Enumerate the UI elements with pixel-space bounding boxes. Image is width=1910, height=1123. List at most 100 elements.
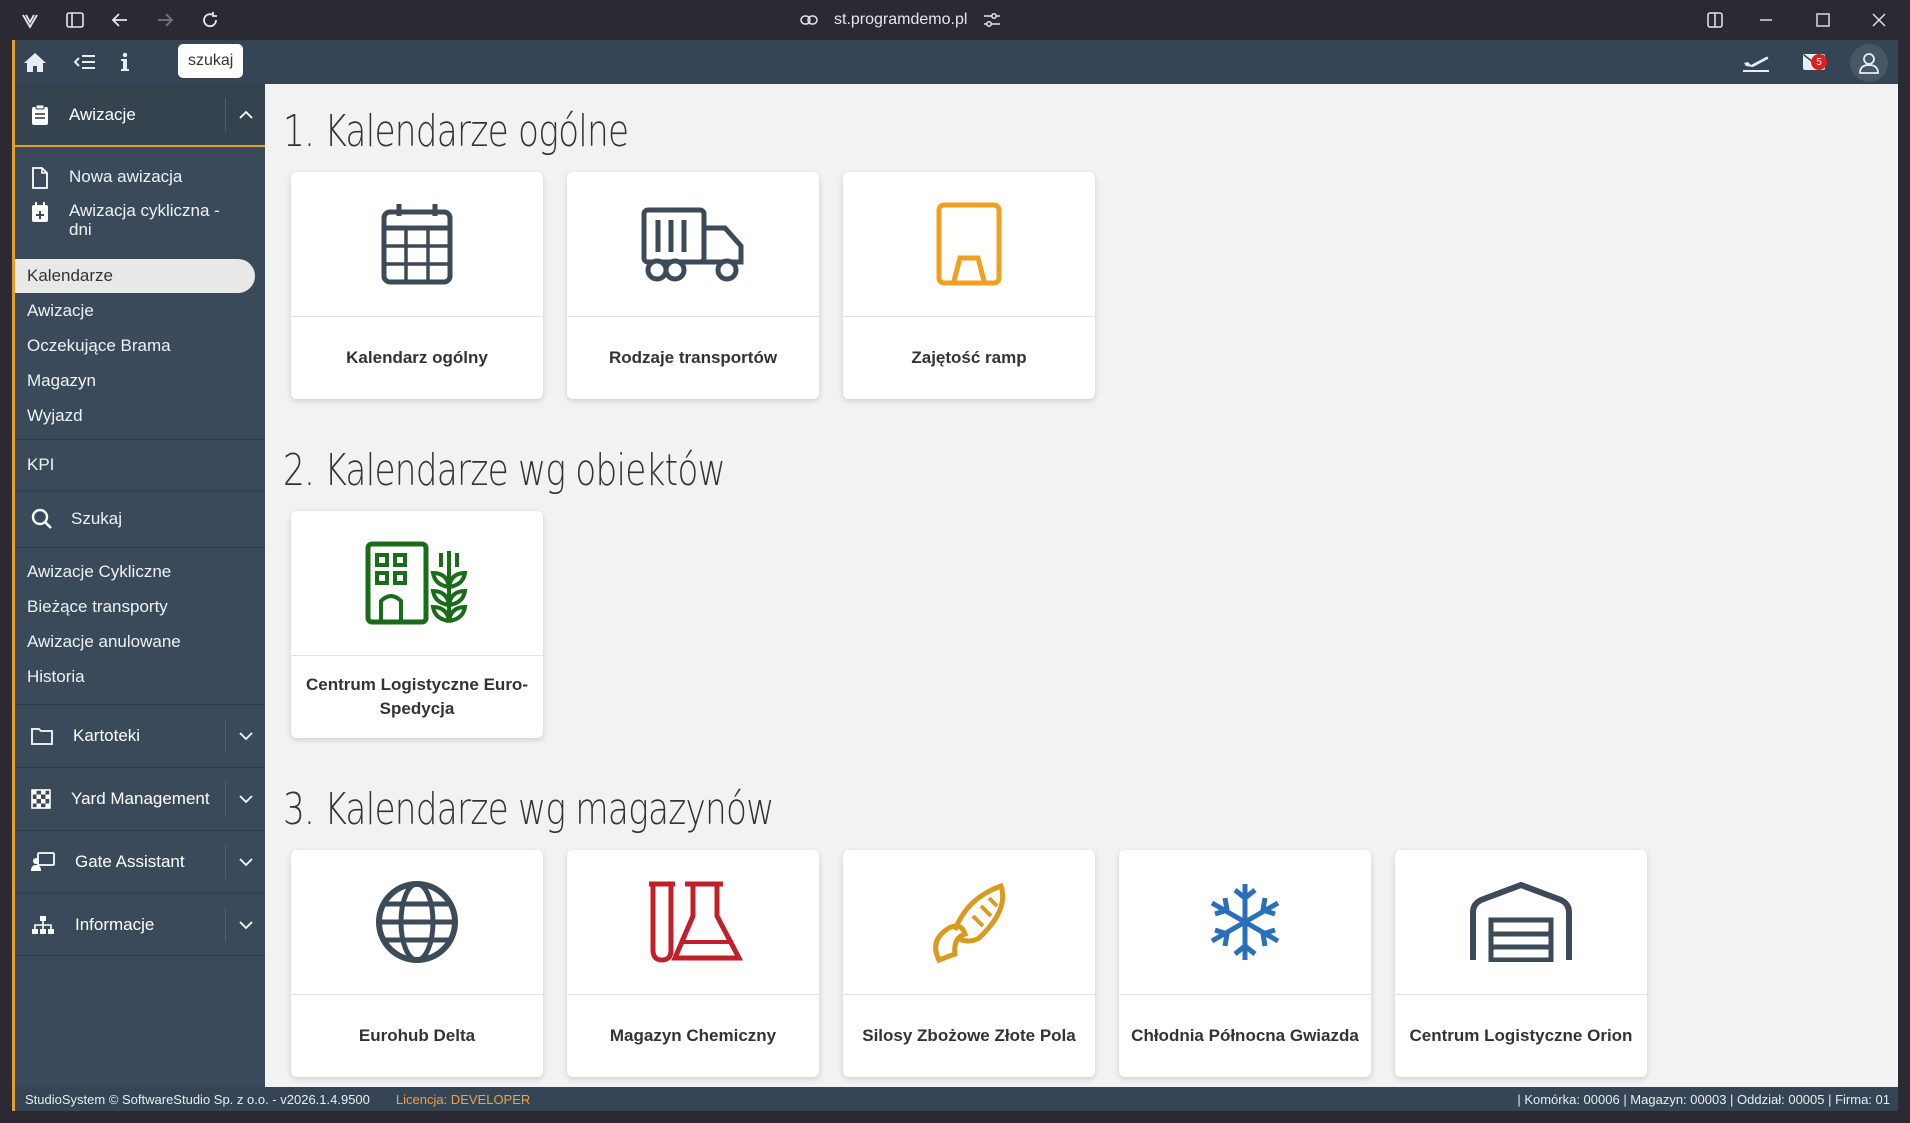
license-text: Licencja: DEVELOPER [395,1091,531,1107]
sidebar-section-awizacje[interactable]: Awizacje [15,84,265,147]
globe-icon [376,881,458,963]
site-settings-icon[interactable] [983,12,1001,28]
sidebar-item-biezace-transporty[interactable]: Bieżące transporty [15,589,265,624]
copyright-text: StudioSystem © SoftwareStudio Sp. z o.o.… [25,1091,370,1107]
card-label: Rodzaje transportów [608,348,778,367]
warehouse-icon [1470,882,1572,962]
ramp-door-icon [936,202,1002,286]
sidebar-section-informacje[interactable]: Informacje [15,893,265,956]
lab-flask-icon [649,881,744,963]
card-label: Centrum Logistyczne Orion [1409,1026,1633,1045]
building-wheat-icon [365,541,468,625]
calendar-grid-icon [381,204,453,285]
link-icon [800,15,818,25]
corn-icon [933,882,1006,964]
info-icon[interactable] [113,50,137,74]
card-label: Kalendarz ogólny [346,348,488,367]
sidebar-item-magazyn[interactable]: Magazyn [15,363,265,398]
section-title: 1. Kalendarze ogólne [283,106,629,157]
warehouse-card[interactable]: Centrum Logistyczne Orion [1395,850,1647,1077]
divider [15,439,265,440]
close-window-icon[interactable] [1867,8,1891,32]
ramp-occupancy-card[interactable]: Zajętość ramp [843,172,1095,399]
status-footer: StudioSystem © SoftwareStudio Sp. z o.o.… [15,1087,1898,1111]
user-avatar[interactable] [1850,44,1888,82]
sidebar-item-awizacja-cykliczna[interactable]: Awizacja cykliczna - dni [15,195,265,245]
divider [15,490,265,491]
card-label: Silosy Zbożowe Złote Pola [862,1026,1076,1045]
sidebar-item-awizacje-cykliczne[interactable]: Awizacje Cykliczne [15,554,265,589]
sidebar-section-label: Kartoteki [73,726,141,745]
checkered-grid-icon [31,789,51,809]
sidebar-section-kartoteki[interactable]: Kartoteki [15,704,265,767]
warehouse-card[interactable]: Silosy Zbożowe Złote Pola [843,850,1095,1077]
split-view-icon[interactable] [1703,8,1727,32]
transport-types-card[interactable]: Rodzaje transportów [567,172,819,399]
snowflake-icon [1210,884,1280,960]
sidebar-toggle-icon[interactable] [63,8,87,32]
browser-toolbar: st.programdemo.pl [0,0,1910,40]
card-row: Eurohub Delta Magazyn Chemiczny Silosy Z… [291,850,1886,1077]
chevron-down-icon[interactable] [225,908,265,942]
sitemap-icon [32,915,54,934]
mail-count-badge: 5 [1811,54,1827,70]
sidebar-section-yard-management[interactable]: Yard Management [15,767,265,830]
card-row: Centrum Logistyczne Euro-Spedycja [291,511,1886,738]
sidebar-item-nowa-awizacja[interactable]: Nowa awizacja [15,161,265,195]
warehouse-card[interactable]: Eurohub Delta [291,850,543,1077]
sidebar-item-oczekujace-brama[interactable]: Oczekujące Brama [15,328,265,363]
sidebar-item-label: Szukaj [71,509,123,528]
search-tooltip: szukaj [178,44,244,78]
sidebar: Awizacje Nowa awizacja Awizacja cykliczn… [15,84,265,1087]
sidebar-item-awizacje[interactable]: Awizacje [15,293,265,328]
context-info: | Komórka: 00006 | Magazyn: 00003 | Oddz… [1517,1091,1890,1107]
calendar-card[interactable]: Kalendarz ogólny [291,172,543,399]
collapse-menu-icon[interactable] [73,50,97,74]
sidebar-section-label: Gate Assistant [75,852,185,871]
sidebar-item-awizacje-anulowane[interactable]: Awizacje anulowane [15,624,265,659]
sidebar-section-label: Yard Management [71,789,210,808]
url-text[interactable]: st.programdemo.pl [834,11,967,29]
main-content: 1. Kalendarze ogólne Kalendarz ogólny Ro… [265,84,1886,1087]
departure-plane-icon[interactable] [1741,50,1771,74]
forward-arrow-icon[interactable] [153,8,177,32]
facility-card[interactable]: Centrum Logistyczne Euro-Spedycja [291,511,543,738]
calendar-plus-icon [32,202,48,222]
chevron-down-icon[interactable] [225,719,265,753]
back-arrow-icon[interactable] [108,8,132,32]
clipboard-icon [32,104,48,125]
card-label: Zajętość ramp [911,348,1027,367]
minimize-icon[interactable] [1754,8,1778,32]
gate-assistant-icon [31,852,55,871]
sidebar-section-gate-assistant[interactable]: Gate Assistant [15,830,265,893]
document-icon [32,167,48,189]
warehouse-card[interactable]: Magazyn Chemiczny [567,850,819,1077]
address-bar[interactable]: st.programdemo.pl [800,8,1001,32]
app-frame: szukaj 5 Awizacje Nowa awizacja Awizacja [12,40,1898,1111]
sidebar-section-label: Awizacje [69,104,136,124]
chevron-up-icon[interactable] [225,98,265,132]
maximize-icon[interactable] [1811,8,1835,32]
folder-icon [31,728,53,745]
sidebar-item-label: Awizacja cykliczna - dni [69,201,220,239]
section-title: 3. Kalendarze wg magazynów [283,784,774,835]
reload-icon[interactable] [198,8,222,32]
user-icon [1859,53,1879,74]
warehouse-card[interactable]: Chłodnia Północna Gwiazda [1119,850,1371,1077]
browser-logo-icon[interactable] [18,8,42,32]
card-label: Centrum Logistyczne Euro-Spedycja [306,675,528,718]
search-icon [31,508,52,529]
sidebar-item-szukaj[interactable]: Szukaj [15,497,265,541]
card-row: Kalendarz ogólny Rodzaje transportów Zaj… [291,172,1886,399]
sidebar-item-kpi[interactable]: KPI [15,446,265,484]
chevron-down-icon[interactable] [225,782,265,816]
sidebar-item-wyjazd[interactable]: Wyjazd [15,398,265,433]
app-topbar: szukaj 5 [15,40,1898,84]
mail-icon[interactable]: 5 [1799,50,1829,74]
card-label: Eurohub Delta [358,1026,476,1045]
home-icon[interactable] [23,50,47,74]
sidebar-item-kalendarze[interactable]: Kalendarze [15,259,255,293]
sidebar-item-historia[interactable]: Historia [15,659,265,694]
card-label: Magazyn Chemiczny [609,1026,777,1045]
chevron-down-icon[interactable] [225,845,265,879]
